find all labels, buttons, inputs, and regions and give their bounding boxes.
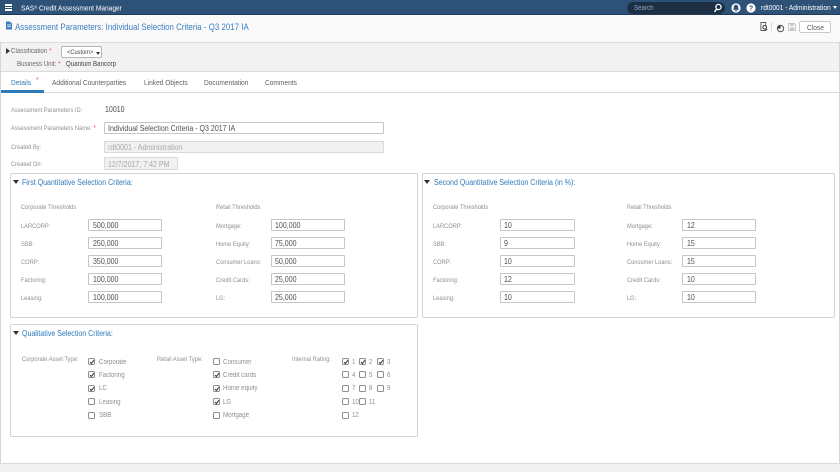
svg-text:?: ? <box>748 5 752 12</box>
